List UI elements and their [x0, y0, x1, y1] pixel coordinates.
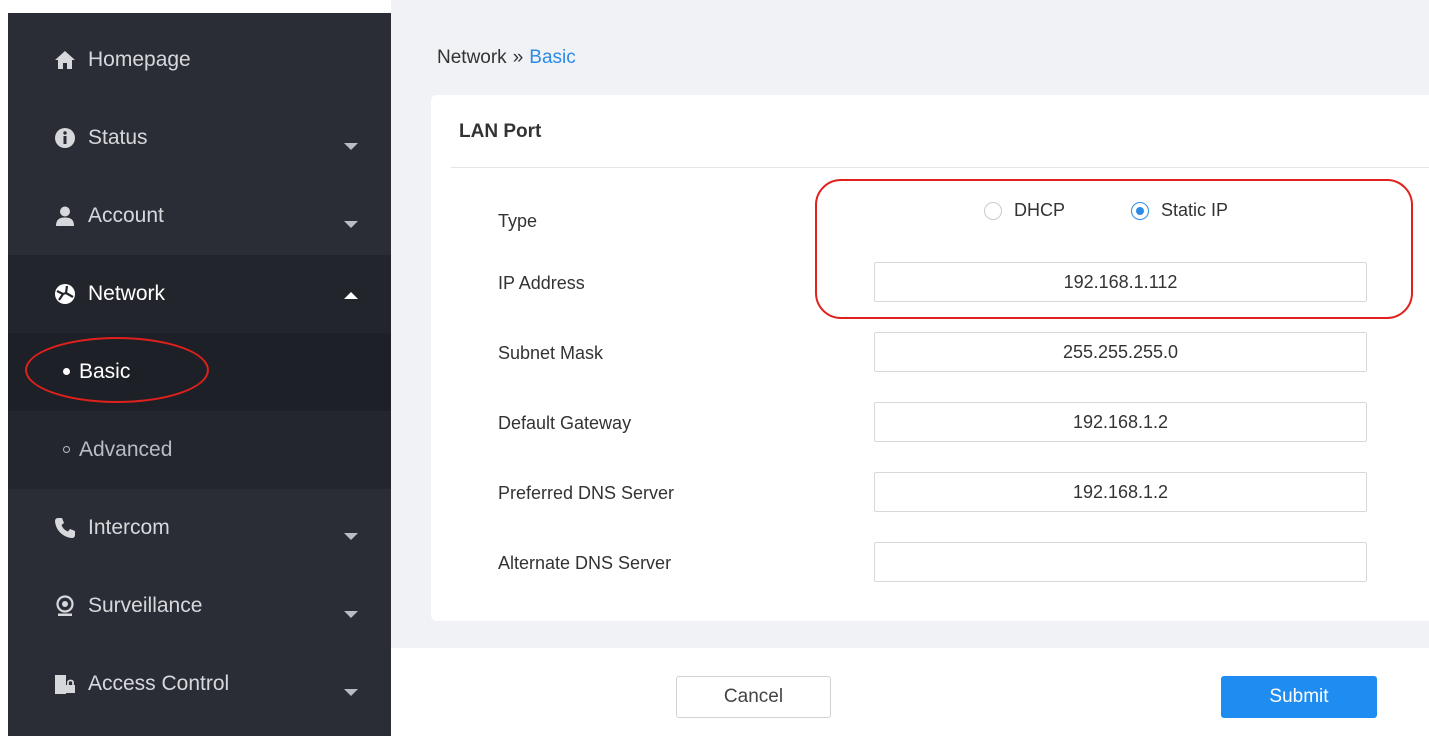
sidebar-item-status[interactable]: Status: [8, 99, 391, 177]
home-icon: [52, 47, 78, 73]
sidebar-item-account[interactable]: Account: [8, 177, 391, 255]
annotation-box: [815, 179, 1413, 319]
divider: [451, 167, 1429, 168]
user-icon: [52, 203, 78, 229]
annotation-ellipse: [25, 337, 209, 403]
sidebar-subitem-label: Advanced: [79, 438, 173, 461]
sidebar-subitem-advanced[interactable]: Advanced: [8, 411, 391, 489]
chevron-down-icon: [344, 689, 358, 696]
chevron-down-icon: [344, 611, 358, 618]
sidebar-item-label: Network: [88, 282, 166, 305]
sidebar-item-label: Intercom: [88, 516, 170, 539]
breadcrumb: Network» Basic: [437, 47, 576, 69]
door-lock-icon: [52, 671, 78, 697]
subnet-mask-input[interactable]: [874, 332, 1367, 372]
ip-address-label: IP Address: [498, 273, 585, 293]
subnet-mask-label: Subnet Mask: [498, 343, 604, 363]
sidebar-item-label: Account: [88, 204, 164, 227]
sidebar-item-intercom[interactable]: Intercom: [8, 489, 391, 567]
breadcrumb-current: Basic: [529, 47, 576, 68]
sidebar-item-network[interactable]: Network: [8, 255, 391, 333]
preferred-dns-label: Preferred DNS Server: [498, 483, 675, 503]
sidebar-item-label: Status: [88, 126, 148, 149]
breadcrumb-separator: »: [512, 47, 524, 68]
card-title: LAN Port: [459, 121, 542, 142]
sidebar-item-surveillance[interactable]: Surveillance: [8, 567, 391, 645]
network-icon: [52, 281, 78, 307]
alternate-dns-input[interactable]: [874, 542, 1367, 582]
sidebar-item-label: Surveillance: [88, 594, 203, 617]
bullet-icon: [63, 446, 70, 453]
sidebar-item-homepage[interactable]: Homepage: [8, 21, 391, 99]
default-gateway-label: Default Gateway: [498, 413, 632, 433]
submit-button[interactable]: Submit: [1221, 676, 1377, 718]
default-gateway-input[interactable]: [874, 402, 1367, 442]
alternate-dns-label: Alternate DNS Server: [498, 553, 672, 573]
cancel-button[interactable]: Cancel: [676, 676, 831, 718]
chevron-down-icon: [344, 221, 358, 228]
chevron-up-icon: [344, 292, 358, 299]
sidebar-item-access-control[interactable]: Access Control: [8, 645, 391, 723]
chevron-down-icon: [344, 143, 358, 150]
camera-icon: [52, 593, 78, 619]
breadcrumb-parent[interactable]: Network: [437, 47, 507, 68]
phone-icon: [52, 515, 78, 541]
type-label: Type: [498, 211, 538, 231]
preferred-dns-input[interactable]: [874, 472, 1367, 512]
sidebar-item-label: Access Control: [88, 672, 230, 695]
info-icon: [52, 125, 78, 151]
chevron-down-icon: [344, 533, 358, 540]
sidebar-item-label: Homepage: [88, 48, 191, 71]
